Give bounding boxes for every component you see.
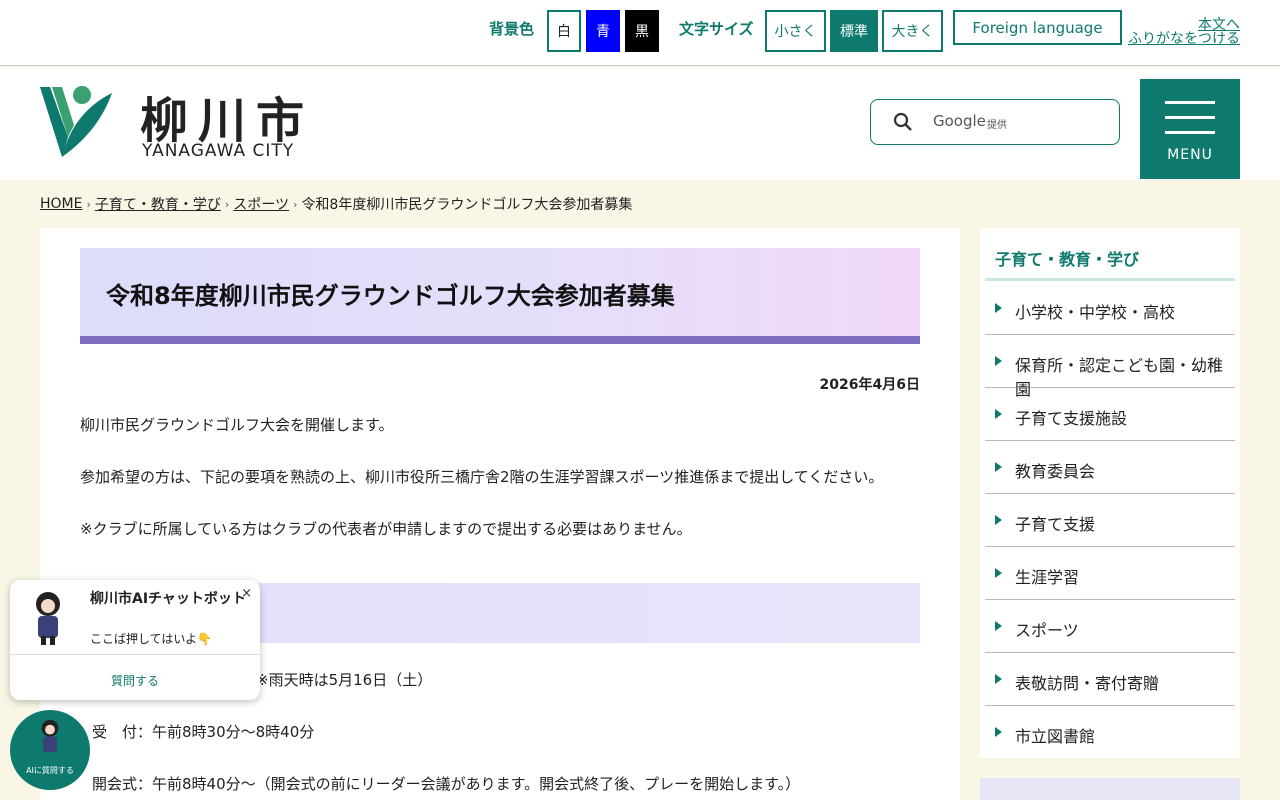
google-provided-label: 提供 [987, 120, 1007, 131]
sidebar-item-label: 小学校・中学校・高校 [1015, 303, 1176, 322]
sidebar-item-label: 生涯学習 [1015, 568, 1080, 587]
breadcrumb-separator: › [86, 197, 91, 211]
close-icon[interactable]: × [241, 586, 252, 601]
chatbot-avatar-icon [41, 719, 59, 752]
hamburger-icon [1165, 131, 1215, 134]
chatbot-avatar-icon [36, 592, 60, 645]
page-title: 令和8年度柳川市民グラウンドゴルフ大会参加者募集 [106, 282, 675, 310]
chatbot-launcher-label: AIに質問する [26, 766, 74, 775]
article-paragraph: 柳川市民グラウンドゴルフ大会を開催します。 [80, 416, 394, 434]
triangle-right-icon [995, 356, 1002, 366]
sidebar-item-childcare-facilities[interactable]: 子育て支援施設 [985, 388, 1235, 441]
bg-black-button[interactable]: 黒 [625, 10, 659, 52]
hamburger-icon [1165, 116, 1215, 119]
chatbot-card[interactable]: 柳川市AIチャットボット ここば押してはいよ👇 × 質問する [10, 580, 260, 700]
utility-bar: 背景色 白 青 黒 文字サイズ 小さく 標準 大きく Foreign langu… [0, 0, 1280, 66]
chatbot-divider [10, 654, 260, 655]
triangle-right-icon [995, 515, 1002, 525]
sidebar-item-label: 教育委員会 [1015, 462, 1096, 481]
sidebar-item-label: 子育て支援 [1015, 515, 1096, 534]
breadcrumb-separator: › [224, 197, 230, 211]
chatbot-ask-button[interactable]: 質問する [10, 672, 260, 689]
font-small-button[interactable]: 小さく [765, 10, 826, 52]
triangle-right-icon [995, 674, 1002, 684]
font-large-button[interactable]: 大きく [882, 10, 943, 52]
site-header: 柳川市 YANAGAWA CITY Google 提供 MENU [0, 67, 1280, 180]
sidebar-item-label: 子育て支援施設 [1015, 409, 1128, 428]
breadcrumb: HOME › 子育て・教育・学び › スポーツ › 令和8年度柳川市民グラウンド… [40, 194, 632, 214]
breadcrumb-education[interactable]: 子育て・教育・学び [95, 194, 221, 214]
furigana-link[interactable]: 本文へ ふりがなをつける [1128, 18, 1240, 46]
logo-text-en: YANAGAWA CITY [142, 141, 295, 161]
sidebar-item-schools[interactable]: 小学校・中学校・高校 [985, 282, 1235, 335]
background-color-label: 背景色 [489, 20, 535, 38]
sidebar-item-label: スポーツ [1015, 621, 1079, 640]
font-standard-button[interactable]: 標準 [830, 10, 878, 52]
article-paragraph: ※雨天時は5月16日（土） [256, 671, 433, 689]
triangle-right-icon [995, 409, 1002, 419]
menu-button[interactable]: MENU [1140, 79, 1240, 179]
triangle-right-icon [995, 303, 1002, 313]
category-sidebar: 子育て・教育・学び 小学校・中学校・高校 保育所・認定こども園・幼稚園 子育て支… [980, 228, 1240, 758]
breadcrumb-home[interactable]: HOME [40, 196, 82, 212]
sidebar-item-courtesy-visits[interactable]: 表敬訪問・寄付寄贈 [985, 653, 1235, 706]
city-logo-icon[interactable] [40, 85, 114, 159]
search-icon[interactable] [893, 112, 913, 132]
chatbot-launcher-button[interactable]: AIに質問する [10, 710, 90, 790]
sidebar-item-label: 市立図書館 [1015, 727, 1096, 746]
font-size-label: 文字サイズ [679, 20, 754, 38]
publish-date: 2026年4月6日 [819, 377, 920, 393]
foreign-language-button[interactable]: Foreign language [953, 10, 1122, 45]
sidebar-item-lifelong-learning[interactable]: 生涯学習 [985, 547, 1235, 600]
sidebar-title-underline [985, 278, 1235, 281]
sidebar-item-sports[interactable]: スポーツ [985, 600, 1235, 653]
triangle-right-icon [995, 568, 1002, 578]
skip-to-content-link[interactable]: 本文へ [1128, 18, 1240, 32]
triangle-right-icon [995, 727, 1002, 737]
sidebar-item-childcare-support[interactable]: 子育て支援 [985, 494, 1235, 547]
article-paragraph: ※クラブに所属している方はクラブの代表者が申請しますので提出する必要はありません… [80, 520, 692, 538]
sidebar-title[interactable]: 子育て・教育・学び [995, 246, 1139, 270]
hamburger-icon [1165, 101, 1215, 104]
breadcrumb-separator: › [293, 197, 298, 211]
chatbot-subtitle: ここば押してはいよ👇 [90, 632, 213, 646]
breadcrumb-current: 令和8年度柳川市民グラウンドゴルフ大会参加者募集 [301, 197, 633, 213]
bg-white-button[interactable]: 白 [547, 10, 581, 52]
bg-blue-button[interactable]: 青 [586, 10, 620, 52]
menu-label: MENU [1167, 147, 1213, 163]
main-content: 令和8年度柳川市民グラウンドゴルフ大会参加者募集 2026年4月6日 柳川市民グ… [40, 228, 960, 800]
article-paragraph: 参加希望の方は、下記の要項を熟読の上、柳川市役所三橋庁舎2階の生涯学習課スポーツ… [80, 468, 884, 486]
article-paragraph: 受 付：午前8時30分～8時40分 [92, 723, 315, 741]
sidebar-item-library[interactable]: 市立図書館 [985, 706, 1235, 759]
chatbot-title: 柳川市AIチャットボット [90, 591, 246, 607]
sidebar-item-nursery[interactable]: 保育所・認定こども園・幼稚園 [985, 335, 1235, 399]
add-furigana-link[interactable]: ふりがなをつける [1128, 32, 1240, 46]
sidebar-item-label: 表敬訪問・寄付寄贈 [1015, 674, 1160, 693]
sidebar-item-board-of-education[interactable]: 教育委員会 [985, 441, 1235, 494]
breadcrumb-sports[interactable]: スポーツ [233, 194, 289, 214]
google-label: Google [933, 112, 986, 130]
site-search-input[interactable]: Google 提供 [870, 99, 1120, 145]
secondary-sidebar-box [980, 778, 1240, 800]
article-paragraph: 開会式：午前8時40分～（開会式の前にリーダー会議があります。開会式終了後、プレ… [92, 775, 801, 793]
triangle-right-icon [995, 621, 1002, 631]
triangle-right-icon [995, 462, 1002, 472]
page-title-box: 令和8年度柳川市民グラウンドゴルフ大会参加者募集 [80, 248, 920, 344]
